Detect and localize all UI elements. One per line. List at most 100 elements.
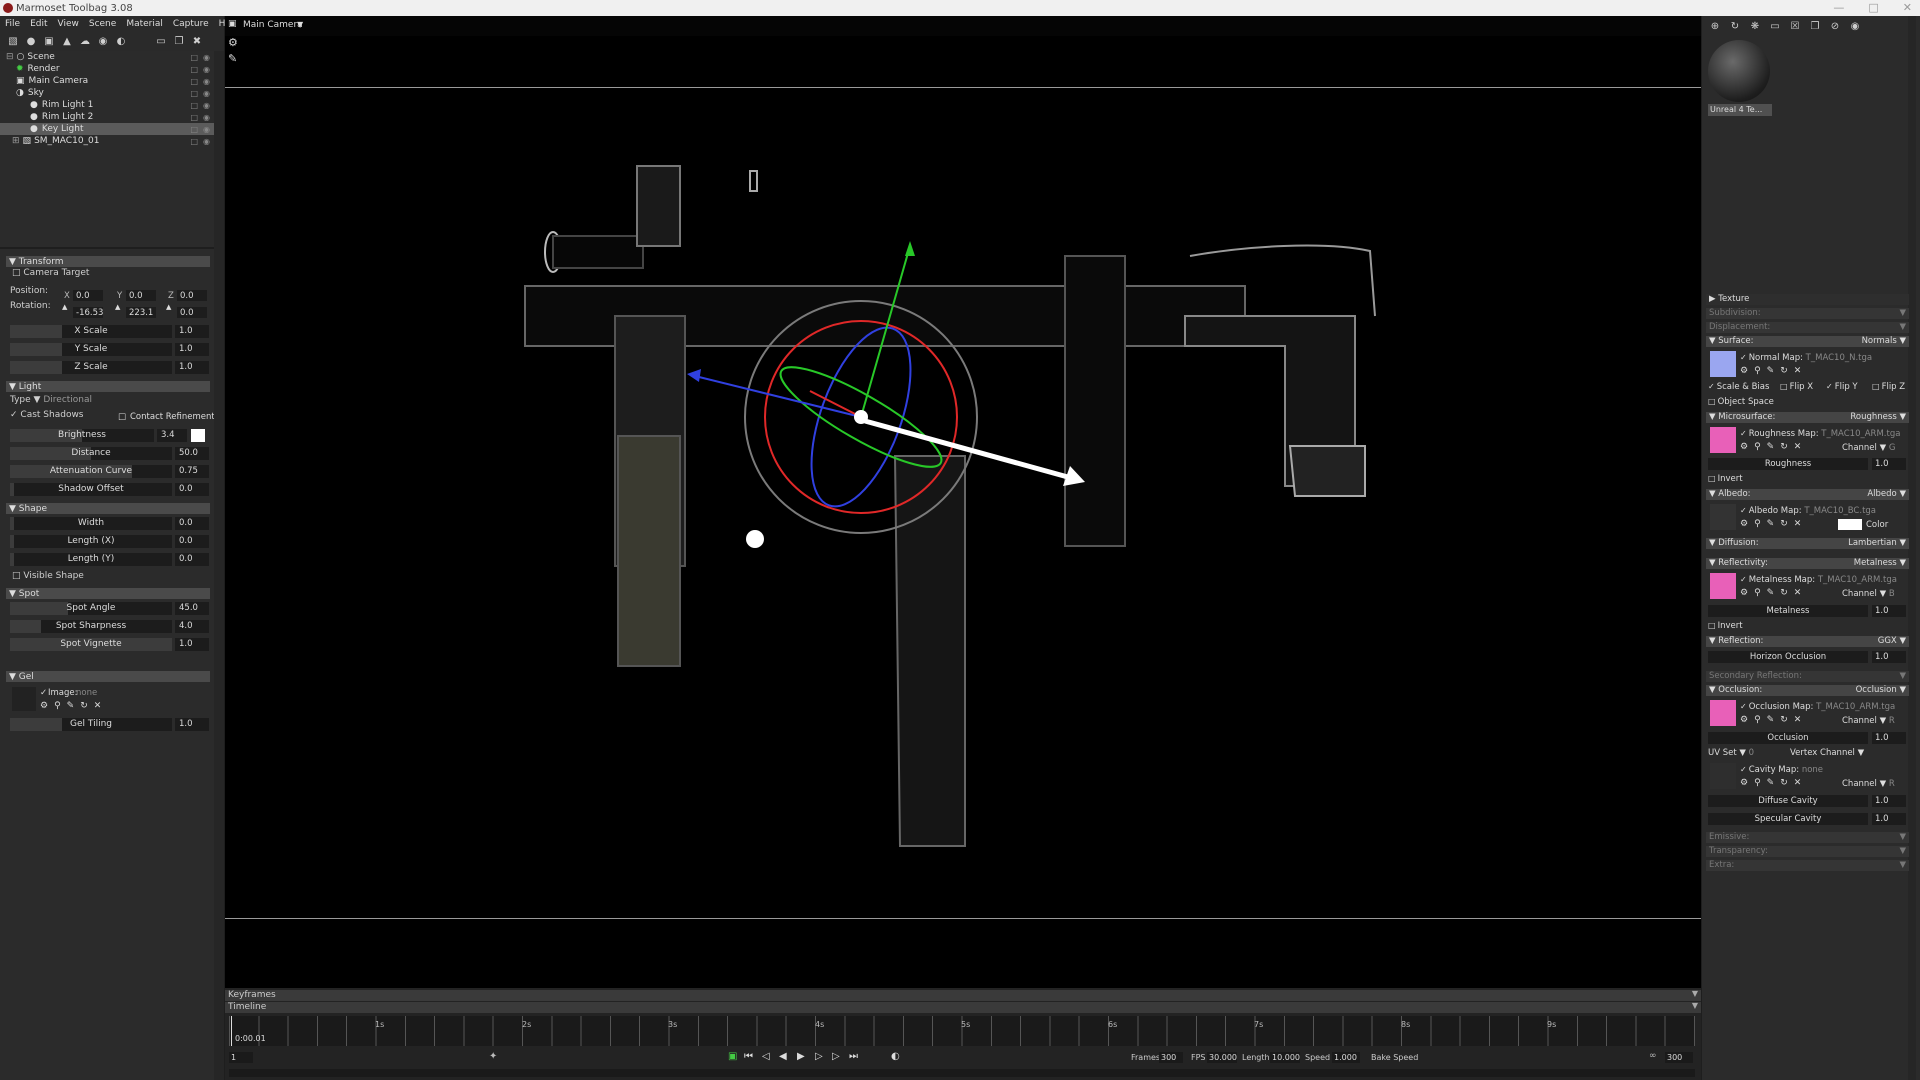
- reload-icon[interactable]: ↻: [1780, 519, 1788, 529]
- flip-y-checkbox[interactable]: ✓: [1826, 382, 1833, 391]
- speed-icon[interactable]: ◐: [891, 1051, 900, 1062]
- section-albedo[interactable]: ▼ Albedo: Albedo ▼: [1706, 489, 1909, 500]
- x-scale-value[interactable]: 1.0: [175, 325, 209, 338]
- eye-icon[interactable]: ◉: [203, 101, 210, 110]
- maximize-icon[interactable]: □: [1868, 1, 1878, 14]
- spot-sharpness-slider[interactable]: Spot Sharpness: [10, 620, 172, 633]
- reload-icon[interactable]: ↻: [1780, 366, 1788, 376]
- eye-icon[interactable]: ◉: [203, 113, 210, 122]
- section-secondary-reflection[interactable]: Secondary Reflection: ▼: [1706, 671, 1909, 682]
- duplicate-icon[interactable]: ❐: [172, 34, 186, 48]
- eye-icon[interactable]: ◉: [203, 137, 210, 146]
- next-frame-icon[interactable]: ▷: [815, 1051, 823, 1062]
- settings-icon[interactable]: ⚙: [1740, 366, 1748, 376]
- spot-angle-slider[interactable]: Spot Angle: [10, 602, 172, 615]
- edit-icon[interactable]: ✎: [1767, 715, 1775, 725]
- section-dropdown-icon[interactable]: ▼: [1899, 322, 1906, 333]
- menu-edit[interactable]: Edit: [25, 19, 52, 29]
- metalness-invert-checkbox[interactable]: □: [1708, 621, 1716, 630]
- tree-item-key-light[interactable]: ● Key Light □ ◉: [0, 123, 214, 135]
- lock-icon[interactable]: □: [190, 65, 198, 74]
- diffuse-cavity-value[interactable]: 1.0: [1872, 795, 1906, 807]
- edit-icon[interactable]: ✎: [1767, 442, 1775, 452]
- section-dropdown-icon[interactable]: ▼: [1899, 846, 1906, 857]
- surface-dropdown[interactable]: Normals: [1862, 336, 1897, 346]
- flip-z-checkbox[interactable]: □: [1872, 382, 1880, 391]
- lock-icon[interactable]: □: [190, 137, 198, 146]
- timeline-bar[interactable]: Timeline: [225, 1002, 1701, 1013]
- delete-material-icon[interactable]: ☒: [1788, 19, 1802, 33]
- occlusion-map-checkbox[interactable]: ✓: [1740, 702, 1747, 711]
- y-scale-slider[interactable]: Y Scale: [10, 343, 172, 356]
- flip-x-checkbox[interactable]: □: [1780, 382, 1788, 391]
- microsurface-dropdown[interactable]: Roughness: [1850, 412, 1896, 422]
- settings-icon[interactable]: ⚙: [1740, 778, 1748, 788]
- pick-material-icon[interactable]: ⊘: [1828, 19, 1842, 33]
- albedo-map-checkbox[interactable]: ✓: [1740, 506, 1747, 515]
- width-value[interactable]: 0.0: [175, 517, 209, 530]
- delete-icon[interactable]: ✖: [190, 34, 204, 48]
- scale-bias-checkbox[interactable]: ✓: [1708, 382, 1715, 391]
- browse-icon[interactable]: ⚲: [1754, 715, 1761, 725]
- fps-input[interactable]: 30.000: [1207, 1052, 1237, 1063]
- edit-icon[interactable]: ✎: [1767, 588, 1775, 598]
- z-scale-value[interactable]: 1.0: [175, 361, 209, 374]
- metalness-slider[interactable]: Metalness: [1708, 605, 1868, 617]
- length-x-value[interactable]: 0.0: [175, 535, 209, 548]
- light-color-swatch[interactable]: [191, 429, 205, 442]
- specular-cavity-value[interactable]: 1.0: [1872, 813, 1906, 825]
- eye-icon[interactable]: ◉: [203, 65, 210, 74]
- object-space-checkbox[interactable]: □: [1708, 397, 1716, 406]
- rotation-z-input[interactable]: 0.0: [177, 307, 207, 318]
- keyframes-toggle-icon[interactable]: ▼: [1692, 989, 1698, 998]
- gel-settings-icon[interactable]: ⚙: [40, 701, 48, 711]
- rotation-z-spinner-icon[interactable]: ▲: [166, 303, 171, 311]
- gel-tiling-slider[interactable]: Gel Tiling: [10, 718, 172, 731]
- gel-edit-icon[interactable]: ✎: [67, 701, 75, 711]
- roughness-map-checkbox[interactable]: ✓: [1740, 429, 1747, 438]
- roughness-slider[interactable]: Roughness: [1708, 458, 1868, 470]
- bake-speed-button[interactable]: Bake Speed: [1371, 1053, 1418, 1062]
- clear-icon[interactable]: ✕: [1794, 715, 1802, 725]
- section-reflectivity[interactable]: ▼ Reflectivity: Metalness ▼: [1706, 558, 1909, 569]
- clear-icon[interactable]: ✕: [1794, 442, 1802, 452]
- metalness-map-thumbnail[interactable]: [1710, 573, 1736, 599]
- link-material-icon[interactable]: ↻: [1728, 19, 1742, 33]
- distance-slider[interactable]: Distance: [10, 447, 172, 460]
- normal-map-thumbnail[interactable]: [1710, 351, 1736, 377]
- roughness-invert-checkbox[interactable]: □: [1708, 474, 1716, 483]
- time-ruler[interactable]: 1s 2s 3s 4s 5s 6s 7s 8s 9s 0:00.01: [229, 1016, 1695, 1046]
- attenuation-value[interactable]: 0.75: [175, 465, 209, 478]
- lock-icon[interactable]: □: [190, 101, 198, 110]
- add-shadow-catcher-icon[interactable]: ▲: [60, 34, 74, 48]
- section-emissive[interactable]: Emissive: ▼: [1706, 832, 1909, 843]
- vertex-channel-dropdown[interactable]: Vertex Channel: [1790, 748, 1855, 758]
- cast-shadows-checkbox[interactable]: ✓: [10, 410, 18, 420]
- channel-dropdown[interactable]: G: [1889, 443, 1896, 453]
- lock-icon[interactable]: □: [190, 89, 198, 98]
- roughness-value[interactable]: 1.0: [1872, 458, 1906, 470]
- browse-icon[interactable]: ⚲: [1754, 442, 1761, 452]
- browse-icon[interactable]: ⚲: [1754, 519, 1761, 529]
- keyframe-tool-icon[interactable]: ✦: [489, 1051, 497, 1062]
- section-reflection[interactable]: ▼ Reflection: GGX ▼: [1706, 636, 1909, 647]
- panel-divider[interactable]: [0, 247, 214, 249]
- width-slider[interactable]: Width: [10, 517, 172, 530]
- specular-cavity-slider[interactable]: Specular Cavity: [1708, 813, 1868, 825]
- edit-icon[interactable]: ✎: [1767, 778, 1775, 788]
- eye-icon[interactable]: ◉: [203, 53, 210, 62]
- occlusion-slider[interactable]: Occlusion: [1708, 732, 1868, 744]
- add-material-icon[interactable]: ⊕: [1708, 19, 1722, 33]
- albedo-dropdown[interactable]: Albedo: [1867, 489, 1896, 499]
- browse-icon[interactable]: ⚲: [1754, 588, 1761, 598]
- right-scrollbar[interactable]: [1908, 16, 1916, 1080]
- contact-refinement-checkbox[interactable]: □: [118, 412, 126, 422]
- browse-icon[interactable]: ⚲: [1754, 778, 1761, 788]
- section-microsurface[interactable]: ▼ Microsurface: Roughness ▼: [1706, 412, 1909, 423]
- gel-browse-icon[interactable]: ⚲: [54, 701, 61, 711]
- gel-clear-icon[interactable]: ✕: [94, 701, 102, 711]
- reload-icon[interactable]: ↻: [1780, 778, 1788, 788]
- section-subdivision[interactable]: Subdivision: ▼: [1706, 308, 1909, 319]
- section-dropdown-icon[interactable]: ▼: [1899, 860, 1906, 871]
- gel-thumbnail[interactable]: [12, 687, 36, 711]
